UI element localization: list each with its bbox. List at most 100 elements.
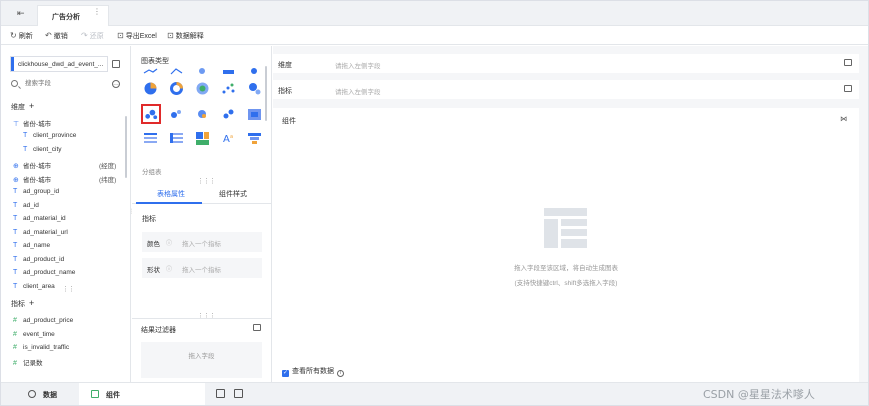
field-item[interactable]: ⊤ 省份-城市	[13, 118, 51, 128]
shelf-lock-icon[interactable]	[844, 59, 852, 66]
field-extra: (经度)	[99, 163, 117, 170]
field-item[interactable]: Tad_material_id	[13, 215, 66, 222]
metric-title: 指标	[11, 301, 25, 308]
bar-chart-icon[interactable]	[220, 67, 237, 75]
field-item[interactable]: Tclient_province	[23, 132, 76, 139]
database-icon	[28, 390, 36, 398]
data-explain-button[interactable]: ⊡ 数据解释	[167, 31, 204, 41]
field-item[interactable]: Tad_product_id	[13, 256, 64, 263]
search-input[interactable]	[25, 78, 105, 89]
field-item[interactable]: # 记录数	[13, 357, 43, 367]
shelf-lock-icon[interactable]	[844, 85, 852, 92]
search-options-icon[interactable]: …	[112, 80, 120, 88]
tab-component-style[interactable]: 组件样式	[198, 189, 268, 199]
field-item[interactable]: # event_time	[13, 331, 55, 338]
exit-icon[interactable]: ⇤	[17, 8, 25, 19]
field-label: client_province	[33, 132, 77, 139]
treemap-icon[interactable]	[194, 130, 211, 147]
number-type-icon: #	[13, 331, 17, 338]
rose-chart-icon[interactable]	[194, 80, 211, 97]
field-item[interactable]: ⊕ 省份-城市 (经度)	[13, 160, 123, 170]
scatter-chart-selected[interactable]	[141, 104, 161, 124]
color-drop-zone[interactable]: 颜色 ⓘ 拖入一个指标	[142, 232, 262, 252]
field-label: ad_group_id	[23, 188, 60, 195]
field-item[interactable]: Tclient_city	[23, 146, 62, 153]
add-dashboard-icon[interactable]	[234, 389, 243, 398]
chart-grid-scrollbar[interactable]	[265, 66, 267, 121]
metric-shelf[interactable]: 指标 请拖入左侧字段	[273, 80, 859, 99]
tab-component[interactable]: 组件	[79, 383, 205, 405]
shape-drop-zone[interactable]: 形状 ⓘ 拖入一个指标	[142, 258, 262, 278]
property-name: 颜色	[147, 241, 160, 248]
field-item[interactable]: # ad_product_price	[13, 317, 73, 324]
donut-chart-icon[interactable]	[168, 80, 185, 97]
matrix-scatter-icon[interactable]	[220, 106, 237, 123]
line-chart-icon[interactable]	[142, 67, 159, 75]
field-item[interactable]: Tclient_area	[13, 283, 55, 290]
word-cloud-icon[interactable]: Aa	[220, 130, 237, 147]
map-chart-icon[interactable]	[246, 67, 263, 75]
fullscreen-icon[interactable]: ⋈	[840, 115, 847, 123]
dataset-selector[interactable]: clickhouse_dwd_ad_event_...	[10, 56, 108, 72]
cross-table-icon[interactable]	[168, 130, 185, 147]
more-icon[interactable]: ⋮	[93, 7, 101, 16]
field-label: client_area	[23, 283, 55, 290]
dataset-name: clickhouse_dwd_ad_event_...	[18, 61, 104, 68]
field-label: 省份-城市	[23, 177, 52, 184]
text-type-icon: T	[13, 215, 18, 222]
area-chart-icon[interactable]	[168, 67, 185, 75]
shelf-label: 维度	[278, 62, 292, 69]
add-metric-icon[interactable]: +	[29, 298, 34, 308]
help-icon[interactable]: ⓘ	[166, 238, 172, 247]
heatmap-icon[interactable]	[246, 106, 263, 123]
refresh-button[interactable]: ↻ 刷新	[10, 31, 33, 41]
field-item[interactable]: Tad_group_id	[13, 188, 59, 195]
point-chart-icon[interactable]	[220, 80, 237, 97]
text-type-icon: T	[13, 242, 18, 249]
field-list-scrollbar[interactable]	[125, 116, 127, 178]
field-label: is_invalid_traffic	[23, 344, 70, 351]
undo-label: 撤销	[53, 33, 68, 40]
table-icon[interactable]	[142, 130, 159, 147]
view-all-data-checkbox[interactable]: ✓ 查看所有数据 i	[282, 366, 344, 377]
filter-drop-zone[interactable]: 拖入字段	[141, 342, 262, 378]
help-icon[interactable]: ⓘ	[166, 264, 172, 273]
text-type-icon: T	[13, 256, 18, 263]
checkbox-checked-icon[interactable]: ✓	[282, 370, 289, 377]
undo-button[interactable]: ↶ 撤销	[45, 31, 68, 41]
filter-lock-icon[interactable]	[253, 324, 261, 331]
metric-section-label: 指标	[142, 216, 156, 223]
shelf-placeholder: 请拖入左侧字段	[335, 63, 381, 70]
dataset-edit-icon[interactable]	[112, 60, 120, 68]
add-dimension-icon[interactable]: +	[29, 101, 34, 111]
field-item[interactable]: Tad_name	[13, 242, 50, 249]
tab-data[interactable]: 数据	[16, 383, 80, 405]
field-label: ad_product_price	[23, 317, 74, 324]
tab-table-properties[interactable]: 表格属性	[136, 189, 206, 199]
field-item[interactable]: Tad_id	[13, 202, 39, 209]
property-placeholder: 拖入一个指标	[182, 267, 221, 274]
toolbar: ↻ 刷新 ↶ 撤销 ↷ 还原 ⊡ 导出Excel ⊡ 数据解释	[1, 27, 868, 45]
bubble-map-icon[interactable]	[246, 80, 263, 97]
tab-title: 广告分析	[52, 14, 80, 21]
funnel-chart-icon[interactable]	[246, 130, 263, 147]
info-icon[interactable]: i	[337, 370, 344, 377]
redo-button[interactable]: ↷ 还原	[81, 31, 104, 41]
empty-table-icon	[544, 208, 587, 248]
field-item[interactable]: Tad_material_url	[13, 229, 68, 236]
scatter-icon	[145, 109, 158, 120]
export-excel-button[interactable]: ⊡ 导出Excel	[117, 31, 157, 41]
field-item[interactable]: # is_invalid_traffic	[13, 344, 69, 351]
scatter-bubble-icon[interactable]	[168, 106, 185, 123]
field-item[interactable]: ⊕ 省份-城市 (纬度)	[13, 174, 123, 184]
component-icon	[91, 390, 99, 398]
add-component-icon[interactable]	[216, 389, 225, 398]
property-name: 形状	[147, 267, 160, 274]
funnel-scatter-icon[interactable]	[194, 106, 211, 123]
dimension-shelf[interactable]: 维度 请拖入左侧字段	[273, 54, 859, 73]
bubble-chart-icon[interactable]	[194, 67, 211, 75]
property-placeholder: 拖入一个指标	[182, 241, 221, 248]
resize-handle-icon[interactable]: ⋮⋮	[62, 285, 75, 293]
field-item[interactable]: Tad_product_name	[13, 269, 75, 276]
pie-chart-icon[interactable]	[142, 80, 159, 97]
